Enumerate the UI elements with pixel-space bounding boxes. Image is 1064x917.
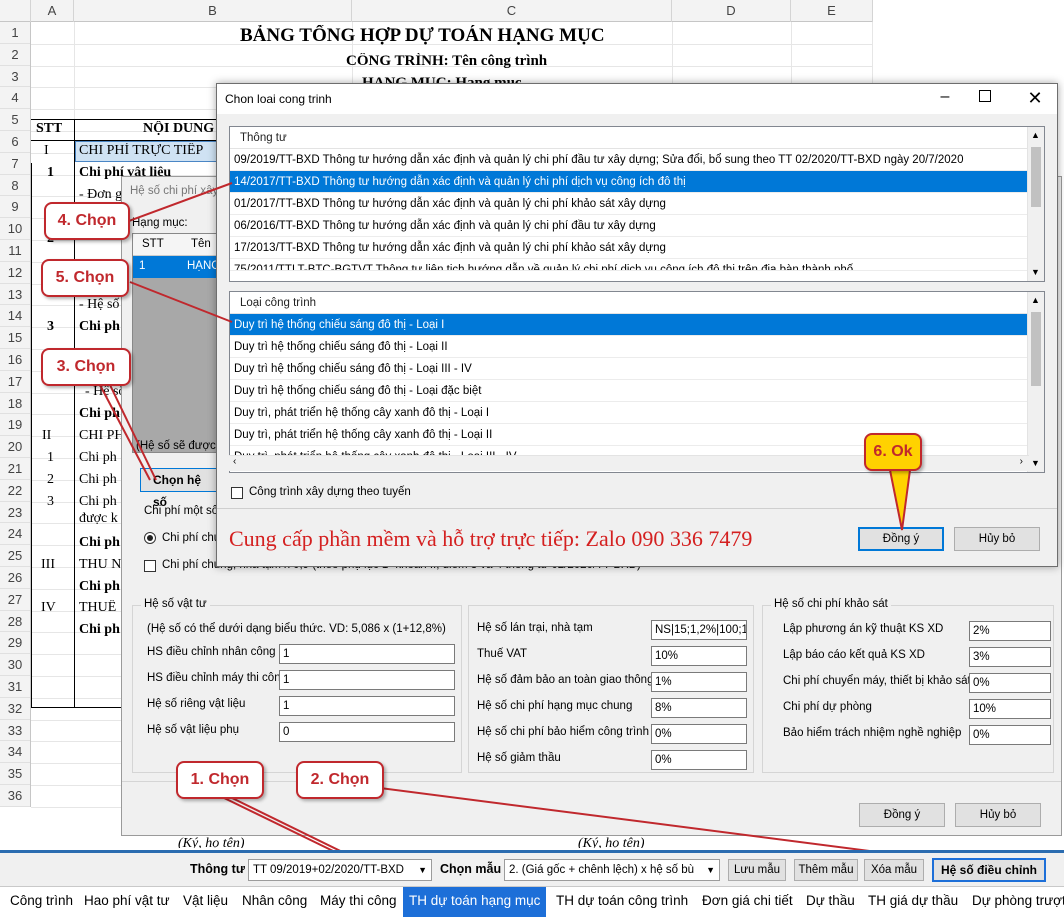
tab-don-gia-chi-tiet[interactable]: Đơn giá chi tiết <box>696 887 799 917</box>
thong-tu-value: TT 09/2019+02/2020/TT-BXD <box>253 864 404 876</box>
annotation-step-3: 3. Chọn <box>41 348 131 386</box>
xoa-mau-button[interactable]: Xóa mẫu <box>864 859 924 881</box>
annotation-step-2: 2. Chọn <box>296 761 384 799</box>
tab-th-gia-du-thau[interactable]: TH giá dự thầu <box>862 887 964 917</box>
them-mau-button[interactable]: Thêm mẫu <box>794 859 858 881</box>
tab-du-thau[interactable]: Dự thầu <box>800 887 861 917</box>
bottom-toolbar: Thông tư TT 09/2019+02/2020/TT-BXD ▼ Chọ… <box>0 850 1064 886</box>
tab-du-phong-truot[interactable]: Dự phòng trượt <box>966 887 1064 917</box>
annotation-step-6: 6. Ok <box>864 433 922 471</box>
chon-mau-label: Chọn mẫu <box>440 862 502 876</box>
luu-mau-button[interactable]: Lưu mẫu <box>728 859 786 881</box>
arrow-3 <box>99 384 151 481</box>
sheet-tabs: Công trình Hao phí vật tư Vật liệu Nhân … <box>0 886 1064 917</box>
tab-vat-lieu[interactable]: Vật liệu <box>177 887 234 917</box>
annotation-step-5: 5. Chọn <box>41 259 129 297</box>
chevron-down-icon: ▼ <box>418 865 427 875</box>
chon-mau-select[interactable]: 2. (Giá gốc + chênh lệch) x hệ số bù ▼ <box>504 859 720 881</box>
chevron-down-icon: ▼ <box>706 865 715 875</box>
tab-th-du-toan-cong-trinh[interactable]: TH dự toán công trình <box>550 887 694 917</box>
arrow-6 <box>888 469 912 531</box>
tab-may-thi-cong[interactable]: Máy thi công <box>314 887 403 917</box>
he-so-dieu-chinh-button[interactable]: Hệ số điều chỉnh <box>932 858 1046 882</box>
annotation-step-4: 4. Chọn <box>44 202 130 240</box>
chon-mau-value: 2. (Giá gốc + chênh lệch) x hệ số bù <box>509 864 695 876</box>
annotation-step-1: 1. Chọn <box>176 761 264 799</box>
tab-hao-phi-vat-tu[interactable]: Hao phí vật tư <box>78 887 176 917</box>
tab-th-du-toan-hang-muc[interactable]: TH dự toán hạng mục <box>403 887 547 917</box>
arrow-5 <box>129 281 233 323</box>
arrow-3b <box>109 384 157 481</box>
tab-nhan-cong[interactable]: Nhân công <box>236 887 313 917</box>
thong-tu-select[interactable]: TT 09/2019+02/2020/TT-BXD ▼ <box>248 859 432 881</box>
arrow-4 <box>125 182 233 223</box>
tab-cong-trinh[interactable]: Công trình <box>4 887 79 917</box>
thong-tu-label: Thông tư <box>190 862 245 876</box>
